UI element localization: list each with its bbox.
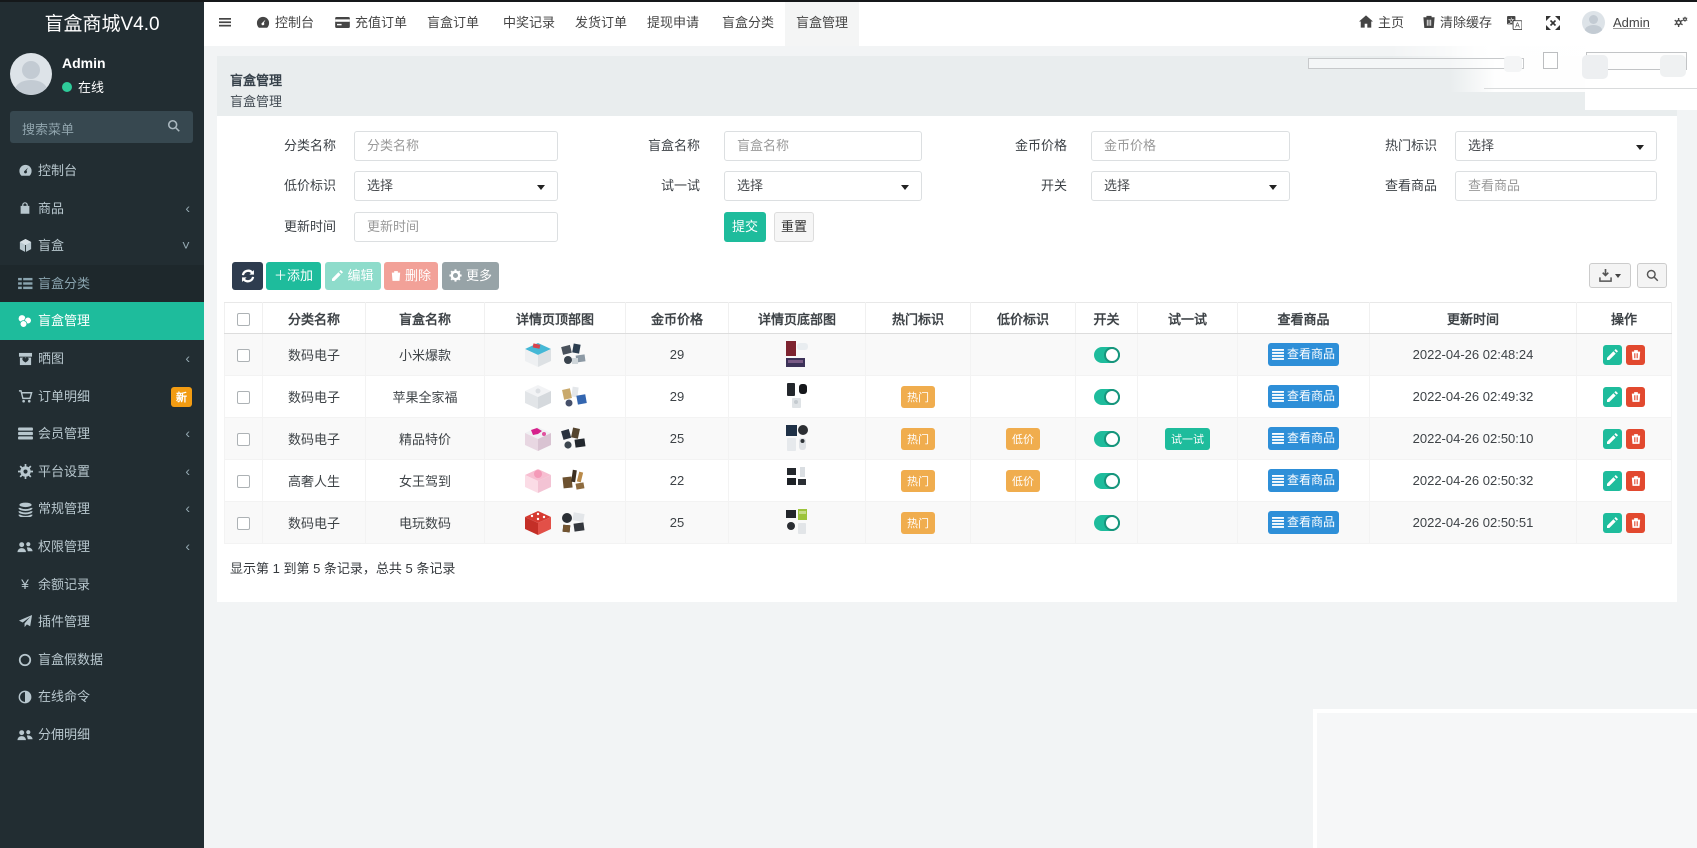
svg-text:A: A — [1515, 23, 1520, 30]
